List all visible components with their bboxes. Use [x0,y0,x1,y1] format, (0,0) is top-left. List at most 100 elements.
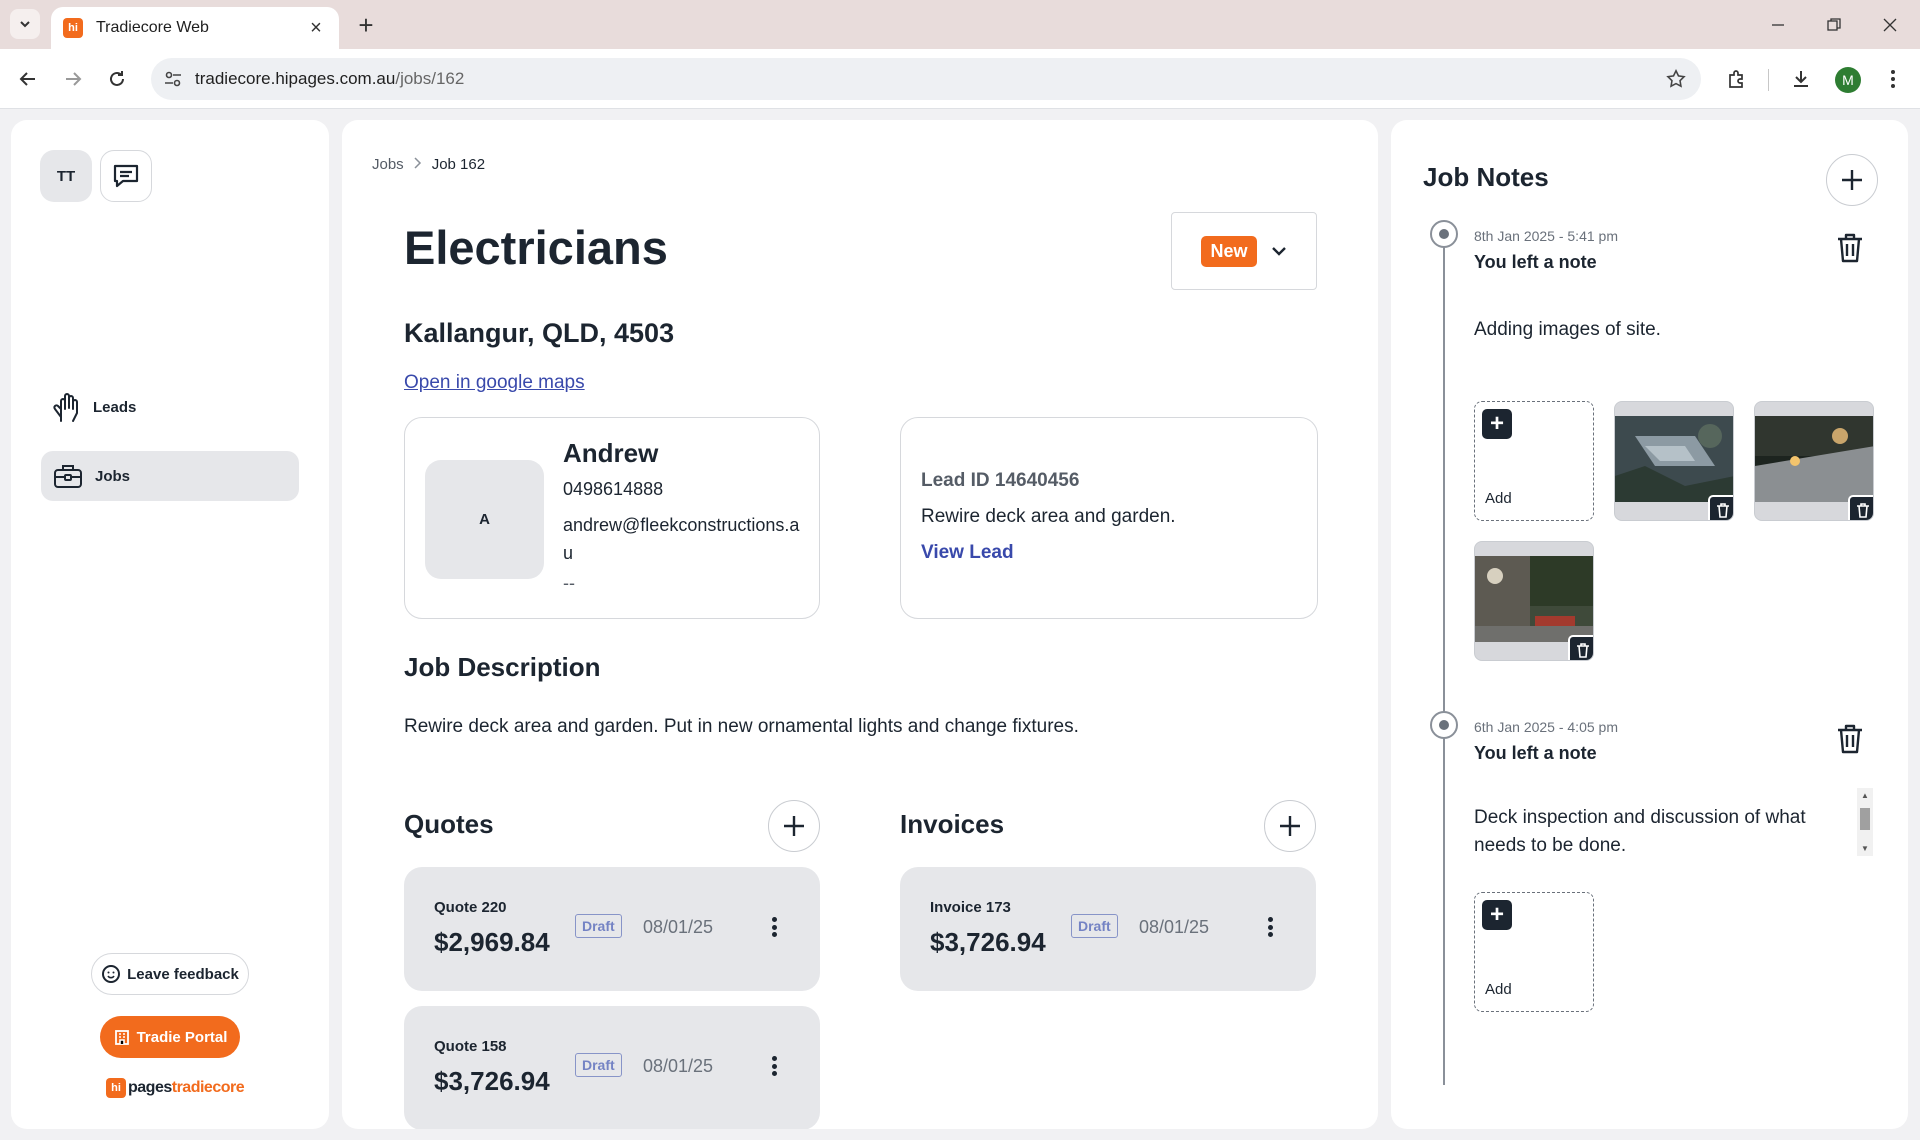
site-photo-thumbnail[interactable] [1474,541,1594,661]
add-image-tile[interactable]: + Add [1474,892,1594,1012]
extensions-icon[interactable] [1722,64,1752,94]
building-icon [114,1030,129,1045]
note-scrollbar[interactable]: ▲ ▼ [1857,788,1873,856]
job-location: Kallangur, QLD, 4503 [404,318,675,348]
delete-photo-icon[interactable] [1568,635,1593,660]
chevron-down-icon [1271,247,1286,256]
more-options-icon[interactable] [768,913,780,941]
site-photo-image [1615,416,1733,502]
bookmark-star-icon[interactable] [1665,68,1687,90]
quotes-heading: Quotes [404,809,494,839]
lead-card: Lead ID 14640456 Rewire deck area and ga… [900,417,1318,619]
browser-tab-strip: hi Tradiecore Web × + [0,0,1920,49]
chevron-right-icon [414,156,422,173]
view-lead-link[interactable]: View Lead [921,542,1014,564]
quote-label: Quote 158 [434,1038,507,1055]
sidebar-item-leads[interactable]: Leads [41,382,299,432]
job-detail-panel: Jobs Job 162 Electricians New Kallangur,… [342,120,1378,1129]
quote-date: 08/01/25 [643,917,714,937]
portal-label: Tradie Portal [136,1028,228,1046]
job-description: Rewire deck area and garden. Put in new … [404,716,1079,737]
invoice-label: Invoice 173 [930,899,1011,916]
reload-icon[interactable] [100,62,134,96]
url-path: /jobs/162 [395,69,465,88]
chat-icon [113,164,139,188]
close-tab-icon[interactable]: × [305,17,327,39]
brand-hi: hi [106,1078,126,1098]
contact-avatar: A [425,460,544,579]
more-options-icon[interactable] [768,1052,780,1080]
site-photo-thumbnail[interactable] [1754,401,1874,521]
quote-date: 08/01/25 [643,1056,714,1076]
add-note-button[interactable] [1826,154,1878,206]
chevron-down-icon [20,21,30,28]
user-avatar[interactable]: TT [40,150,92,202]
site-photo-image [1475,556,1593,642]
contact-extra: -- [563,573,575,593]
site-photo-thumbnail[interactable] [1614,401,1734,521]
add-quote-button[interactable] [768,800,820,852]
invoice-card[interactable]: Invoice 173 $3,726.94 Draft 08/01/25 [900,867,1316,991]
note-text: Deck inspection and discussion of what n… [1474,807,1806,856]
status-badge: Draft [575,1053,622,1077]
scroll-down-icon[interactable]: ▼ [1861,844,1869,853]
quote-card[interactable]: Quote 158 $3,726.94 Draft 08/01/25 [404,1006,820,1129]
contact-email[interactable]: andrew@fleekconstructions.au [563,511,803,567]
scroll-up-icon[interactable]: ▲ [1861,791,1869,800]
close-window-icon[interactable] [1862,0,1918,49]
google-maps-link[interactable]: Open in google maps [404,372,585,394]
breadcrumb-current: Job 162 [431,156,486,173]
job-notes-panel: Job Notes 8th Jan 2025 - 5:41 pm You lef… [1391,120,1908,1129]
add-image-label: Add [1485,981,1512,998]
site-info-icon[interactable] [163,69,183,89]
add-image-tile[interactable]: + Add [1474,401,1594,521]
sidebar: TT Leads Jobs Leave feedback Tradie Port… [11,120,329,1129]
plus-icon [1280,816,1300,836]
restore-window-icon[interactable] [1806,0,1862,49]
timeline-node-icon [1430,711,1458,739]
status-badge: Draft [1071,914,1118,938]
messages-button[interactable] [100,150,152,202]
feedback-label: Leave feedback [127,965,239,983]
toolbar-divider [1768,69,1769,91]
scrollbar-thumb[interactable] [1860,808,1870,830]
leave-feedback-button[interactable]: Leave feedback [91,953,249,995]
status-badge: New [1201,235,1257,267]
sidebar-item-jobs[interactable]: Jobs [41,451,299,501]
lead-description: Rewire deck area and garden. [921,506,1176,527]
address-bar[interactable]: tradiecore.hipages.com.au/jobs/162 [151,58,1701,100]
brand-tradiecore: tradiecore [171,1079,245,1096]
tab-search-button[interactable] [10,9,40,39]
more-options-icon[interactable] [1264,913,1276,941]
minimize-window-icon[interactable] [1750,0,1806,49]
browser-menu-icon[interactable] [1878,64,1908,94]
contact-card: A Andrew 0498614888 andrew@fleekconstruc… [404,417,820,619]
forward-icon[interactable] [56,62,90,96]
plus-icon [784,816,804,836]
briefcase-icon [54,465,82,488]
browser-tab[interactable]: hi Tradiecore Web × [51,7,339,49]
tab-favicon-icon: hi [63,18,83,38]
breadcrumb: Jobs Job 162 [372,156,485,173]
hipages-tradiecore-logo: hi pages tradiecore [106,1078,245,1098]
breadcrumb-jobs-link[interactable]: Jobs [372,156,404,173]
delete-note-icon[interactable] [1835,723,1865,755]
contact-phone[interactable]: 0498614888 [563,479,663,500]
tradie-portal-button[interactable]: Tradie Portal [100,1016,240,1058]
quote-label: Quote 220 [434,899,507,916]
downloads-icon[interactable] [1786,64,1816,94]
delete-photo-icon[interactable] [1708,495,1733,520]
note-timestamp: 8th Jan 2025 - 5:41 pm [1474,228,1618,244]
profile-avatar[interactable]: M [1835,67,1861,93]
add-image-label: Add [1485,490,1512,507]
sidebar-item-label: Jobs [95,467,131,485]
invoices-heading: Invoices [900,809,1005,839]
back-icon[interactable] [11,62,45,96]
add-invoice-button[interactable] [1264,800,1316,852]
new-tab-button[interactable]: + [352,10,380,40]
delete-note-icon[interactable] [1835,232,1865,264]
quote-card[interactable]: Quote 220 $2,969.84 Draft 08/01/25 [404,867,820,991]
quote-amount: $2,969.84 [434,927,550,957]
delete-photo-icon[interactable] [1848,495,1873,520]
status-dropdown[interactable]: New [1171,212,1317,290]
